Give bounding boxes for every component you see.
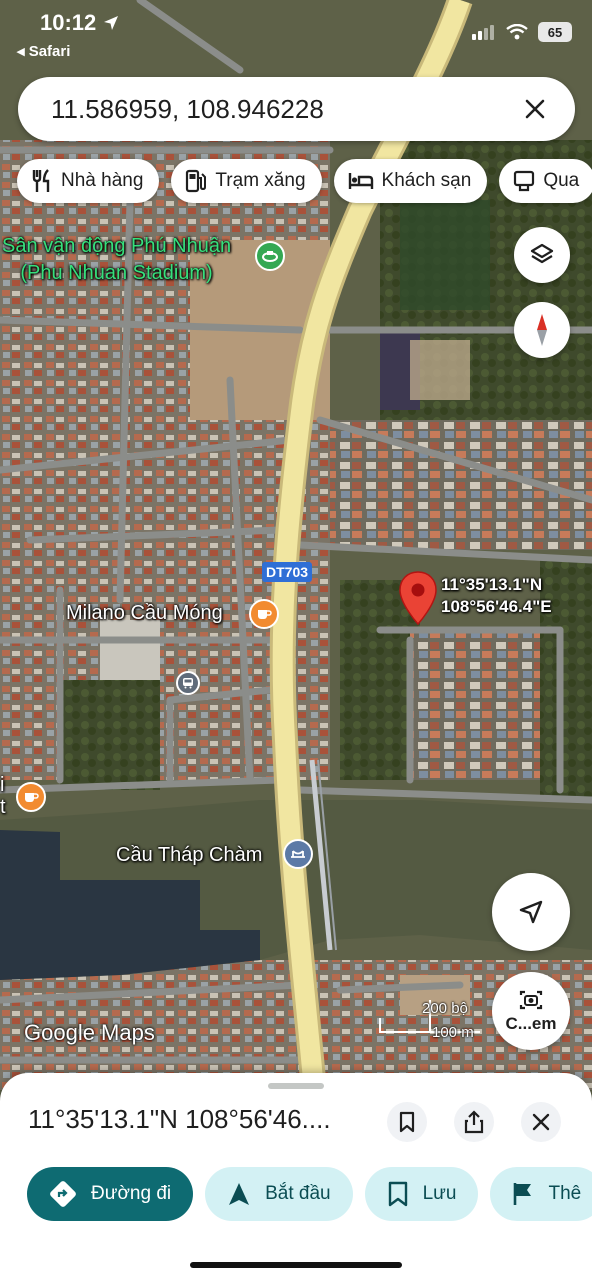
cellular-signal-icon (472, 25, 494, 40)
scale-metric: 100 m (432, 1024, 474, 1041)
wifi-icon (506, 24, 528, 40)
left-edge-label-2: t (0, 796, 6, 818)
hotel-icon (348, 173, 373, 189)
close-icon (525, 99, 545, 119)
back-to-safari[interactable]: ◂ Safari (17, 42, 70, 60)
home-indicator[interactable] (190, 1262, 402, 1268)
scale-imperial: 200 bộ (422, 1000, 468, 1017)
stadium-name-en: (Phu Nhuan Stadium) (20, 262, 213, 284)
bridge-icon[interactable] (283, 839, 313, 869)
gas-station-icon (186, 169, 207, 193)
category-chips: Nhà hàng Trạm xăng Khách sạn Qua (17, 159, 592, 203)
compass-button[interactable] (514, 302, 570, 358)
action-buttons: Đường đi Bắt đầu Lưu Thê (27, 1167, 592, 1221)
left-edge-label-1: i (0, 774, 5, 796)
directions-button[interactable]: Đường đi (27, 1167, 194, 1221)
close-sheet-button[interactable] (521, 1102, 561, 1142)
compass-icon (537, 314, 547, 346)
place-title: 11°35'13.1"N 108°56'46.... (28, 1104, 331, 1134)
google-maps-logo: Google Maps (24, 1020, 155, 1045)
search-bar[interactable]: 11.586959, 108.946228 (18, 77, 575, 141)
pin-coordinates-label: 11°35'13.1"N 108°56'46.4"E (441, 574, 552, 618)
more-button[interactable]: Thê (490, 1167, 592, 1221)
bridge-label[interactable]: Cầu Tháp Chàm (116, 844, 262, 867)
camera-search-button[interactable]: C...em (492, 972, 570, 1050)
chip-gas-stations[interactable]: Trạm xăng (171, 159, 322, 203)
pin-longitude: 108°56'46.4"E (441, 597, 552, 616)
pin-latitude: 11°35'13.1"N (441, 575, 543, 594)
cafe-label[interactable]: Milano Cầu Móng (66, 602, 223, 625)
left-edge-label[interactable]: i t (0, 774, 6, 818)
stadium-name: Sân vận động Phú Nhuận (2, 235, 232, 257)
share-button[interactable] (454, 1102, 494, 1142)
search-query[interactable]: 11.586959, 108.946228 (51, 94, 519, 125)
bookmark-icon (388, 1181, 407, 1207)
chip-label: Khách sạn (381, 170, 472, 191)
more-label: Thê (548, 1183, 582, 1204)
clock: 10:12 (40, 10, 97, 35)
my-location-button[interactable] (492, 873, 570, 951)
layers-button[interactable] (514, 227, 570, 283)
navigation-arrow-icon (519, 900, 543, 924)
chip-label: Trạm xăng (215, 170, 306, 191)
status-indicators: 65 (472, 22, 572, 42)
save-bookmark-button[interactable] (387, 1102, 427, 1142)
navigation-icon (229, 1183, 250, 1205)
save-button[interactable]: Lưu (364, 1167, 479, 1221)
stadium-icon[interactable] (255, 241, 285, 271)
battery-indicator: 65 (538, 22, 572, 42)
chip-hotels[interactable]: Khách sạn (333, 159, 488, 203)
directions-icon (50, 1181, 76, 1207)
chip-shopping[interactable]: Qua (499, 159, 592, 203)
status-time: 10:12 (40, 10, 120, 36)
start-label: Bắt đầu (265, 1183, 331, 1204)
directions-label: Đường đi (91, 1183, 172, 1204)
shopping-icon (514, 170, 535, 192)
start-button[interactable]: Bắt đầu (205, 1167, 353, 1221)
chip-restaurants[interactable]: Nhà hàng (17, 159, 160, 203)
camera-icon (519, 990, 543, 1010)
flag-icon (514, 1183, 532, 1205)
road-shield-dt703: DT703 (262, 562, 313, 582)
clear-search-button[interactable] (519, 93, 551, 125)
share-icon (464, 1110, 484, 1134)
location-pin-icon[interactable] (398, 570, 438, 626)
chip-label: Qua (543, 170, 580, 191)
camera-button-label: C...em (505, 1014, 557, 1033)
sheet-drag-handle[interactable] (268, 1083, 324, 1089)
save-label: Lưu (422, 1183, 457, 1204)
close-icon (532, 1113, 550, 1131)
bus-stop-icon[interactable] (176, 671, 200, 695)
stadium-label[interactable]: Sân vận động Phú Nhuận (Phu Nhuan Stadiu… (2, 233, 231, 287)
bookmark-icon (399, 1111, 415, 1133)
chip-label: Nhà hàng (61, 170, 144, 191)
layers-icon (530, 243, 554, 264)
location-arrow-icon (104, 16, 119, 30)
cafe-icon-left[interactable] (16, 782, 46, 812)
restaurant-icon (32, 169, 50, 192)
cafe-icon[interactable] (249, 599, 279, 629)
